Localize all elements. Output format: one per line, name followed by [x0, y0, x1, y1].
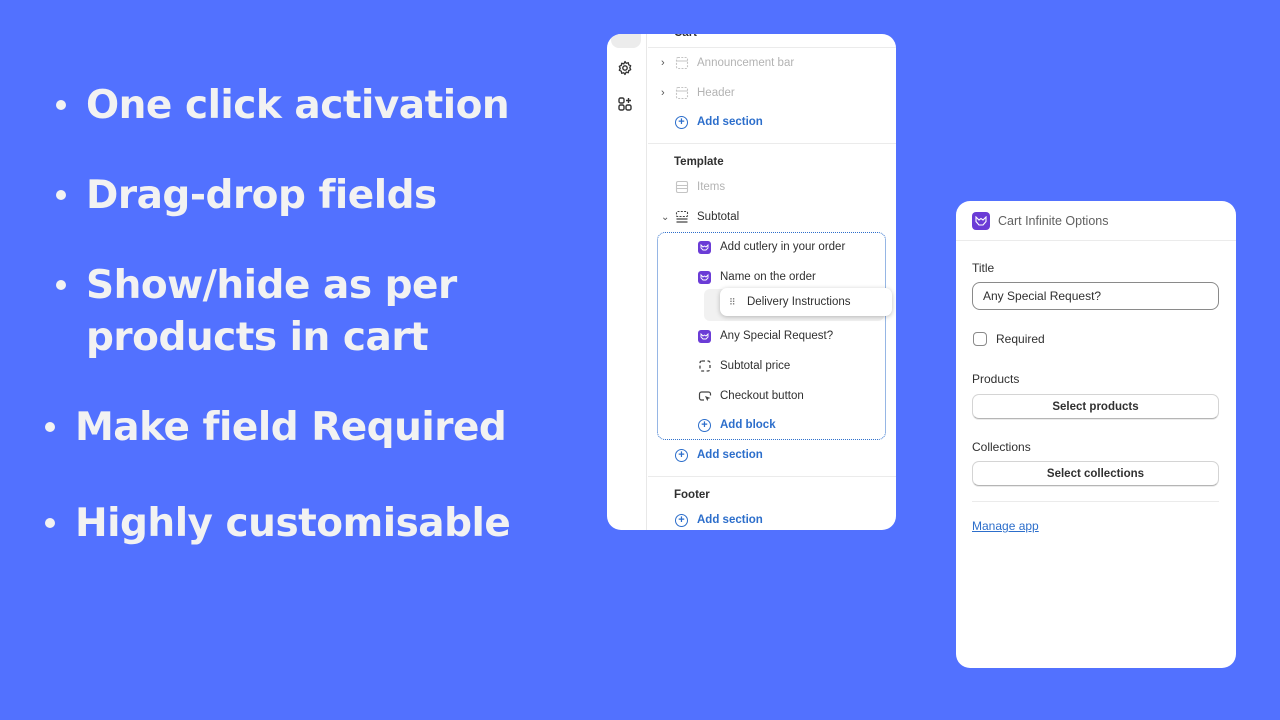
section-item-header[interactable]: › Header [648, 82, 896, 104]
chevron-right-icon[interactable]: › [661, 87, 671, 99]
select-collections-button[interactable]: Select collections [972, 461, 1219, 486]
block-label: Checkout button [720, 390, 804, 402]
app-logo-icon [972, 211, 990, 230]
group-heading-template: Template [648, 151, 896, 173]
bullet-icon [56, 279, 66, 290]
divider [648, 476, 896, 477]
divider [648, 47, 896, 48]
bullet-icon [45, 517, 55, 528]
select-products-button[interactable]: Select products [972, 394, 1219, 419]
app-block-icon [698, 270, 711, 284]
feature-text: Highly customisable [75, 501, 511, 546]
plus-circle-icon: + [698, 418, 711, 432]
feature-item: Make field Required [45, 402, 507, 454]
plus-circle-icon: + [675, 448, 688, 462]
add-section-button[interactable]: + Add section [648, 111, 896, 133]
section-label: Subtotal [697, 211, 740, 223]
feature-item: Highly customisable [45, 498, 511, 550]
subtotal-section-icon [675, 210, 689, 223]
theme-editor-panel: Cart › Announcement bar › Header + Add s… [607, 34, 896, 530]
title-input[interactable] [972, 282, 1219, 310]
dashed-square-icon [699, 360, 711, 372]
divider [972, 501, 1219, 502]
settings-header: Cart Infinite Options [956, 201, 1236, 241]
group-title: Template [674, 156, 724, 168]
chevron-down-icon[interactable]: ⌄ [661, 212, 671, 223]
cursor-button-icon [698, 391, 712, 402]
block-item[interactable]: Checkout button [648, 385, 896, 407]
rail-button-sections[interactable] [611, 34, 641, 48]
plus-circle-icon: + [675, 513, 688, 527]
feature-text: One click activation [86, 83, 510, 128]
bullet-icon [56, 99, 66, 110]
required-checkbox[interactable] [973, 332, 987, 346]
section-tree: Cart › Announcement bar › Header + Add s… [648, 34, 896, 530]
divider [648, 143, 896, 144]
feature-item: Show/hide as per products in cart [56, 260, 457, 364]
section-item-announcement-bar[interactable]: › Announcement bar [648, 52, 896, 74]
block-label: Delivery Instructions [747, 296, 851, 308]
collections-label: Collections [972, 440, 1031, 454]
group-heading-footer: Footer [648, 484, 896, 506]
block-settings-panel: Cart Infinite Options Title Required Pro… [956, 201, 1236, 668]
feature-text: Make field Required [75, 405, 507, 450]
group-title: Footer [674, 489, 710, 501]
dragging-block[interactable]: ⠿ Delivery Instructions [720, 288, 892, 316]
block-label: Subtotal price [720, 360, 791, 372]
bullet-icon [45, 421, 55, 432]
editor-rail [607, 34, 647, 530]
manage-app-link[interactable]: Manage app [972, 519, 1039, 533]
add-section-label: Add section [697, 514, 763, 526]
gear-icon[interactable] [617, 60, 633, 76]
feature-text: Drag-drop fields [86, 173, 437, 218]
products-label: Products [972, 372, 1020, 386]
add-section-button[interactable]: + Add section [648, 509, 896, 530]
block-label: Any Special Request? [720, 330, 834, 342]
group-title: Cart [674, 34, 697, 39]
add-section-label: Add section [697, 116, 763, 128]
add-block-button[interactable]: + Add block [648, 414, 896, 436]
block-item[interactable]: Add cutlery in your order [648, 236, 896, 258]
section-item-items[interactable]: Items [648, 176, 896, 198]
drag-handle-icon[interactable]: ⠿ [729, 297, 736, 308]
section-label: Header [697, 87, 735, 99]
section-icon [675, 56, 689, 70]
feature-item: One click activation [56, 80, 510, 132]
section-label: Items [697, 181, 726, 193]
feature-text: Show/hide as per [86, 263, 457, 308]
title-label: Title [972, 261, 995, 275]
block-label: Add cutlery in your order [720, 241, 846, 253]
add-block-label: Add block [720, 419, 776, 431]
group-heading-cart: Cart [648, 34, 896, 44]
required-label: Required [996, 332, 1045, 346]
feature-text-continued: products in cart [86, 315, 429, 360]
block-label: Name on the order [720, 271, 816, 283]
section-label: Announcement bar [697, 57, 795, 69]
app-name: Cart Infinite Options [998, 213, 1109, 228]
add-section-label: Add section [697, 449, 763, 461]
section-item-subtotal[interactable]: ⌄ Subtotal [648, 206, 896, 228]
app-block-icon [698, 240, 711, 254]
section-icon [675, 86, 689, 100]
block-item[interactable]: Subtotal price [648, 355, 896, 377]
block-item[interactable]: Name on the order [648, 266, 896, 288]
block-item[interactable]: Any Special Request? [648, 325, 896, 347]
chevron-right-icon[interactable]: › [661, 57, 671, 69]
bullet-icon [56, 189, 66, 200]
feature-item: Drag-drop fields [56, 170, 437, 222]
section-icon [675, 180, 689, 194]
add-section-button[interactable]: + Add section [648, 444, 896, 466]
apps-add-icon[interactable] [617, 96, 633, 112]
plus-circle-icon: + [675, 115, 688, 129]
app-block-icon [698, 329, 711, 343]
